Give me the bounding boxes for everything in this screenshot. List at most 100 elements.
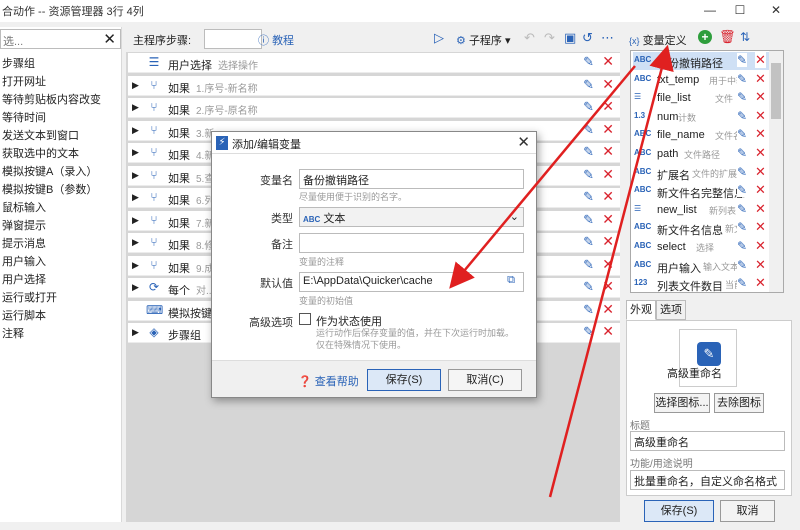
- delete-icon[interactable]: ✕: [602, 256, 614, 273]
- delete-icon[interactable]: ✕: [602, 211, 614, 228]
- library-item[interactable]: 注释: [2, 325, 24, 343]
- edit-icon[interactable]: ✎: [583, 234, 594, 250]
- subprogram-button[interactable]: ⚙ 子程序 ▾: [456, 32, 511, 48]
- library-item[interactable]: 用户选择: [2, 271, 46, 289]
- clear-search-icon[interactable]: ✕: [103, 30, 116, 48]
- more-icon[interactable]: ⋯: [601, 30, 614, 46]
- edit-icon[interactable]: ✎: [583, 324, 594, 340]
- title-input[interactable]: 高级重命名: [630, 431, 785, 451]
- run-icon[interactable]: ▷: [434, 30, 444, 46]
- variable-row[interactable]: ☰ file_list 文件 ✎ ✕: [633, 89, 769, 107]
- variable-row[interactable]: ABC txt_temp 用于中转 ✎ ✕: [633, 70, 769, 89]
- redo-icon[interactable]: ↷: [544, 30, 555, 46]
- library-item[interactable]: 用户输入: [2, 253, 46, 271]
- edit-icon[interactable]: ✎: [583, 189, 594, 205]
- library-item[interactable]: 等待时间: [2, 109, 46, 127]
- library-item[interactable]: 模拟按键A（录入）: [2, 163, 97, 181]
- edit-icon[interactable]: ✎: [737, 146, 748, 160]
- save-action-button[interactable]: 保存(S): [644, 500, 714, 522]
- edit-icon[interactable]: ✎: [583, 144, 594, 160]
- add-variable-icon[interactable]: +: [698, 30, 712, 44]
- library-item[interactable]: 运行或打开: [2, 289, 57, 307]
- edit-icon[interactable]: ✎: [583, 99, 594, 115]
- default-value-input[interactable]: E:\AppData\Quicker\cache ⧉: [299, 272, 524, 292]
- expand-arrow-icon[interactable]: ▶: [132, 170, 139, 181]
- edit-icon[interactable]: ✎: [737, 127, 748, 142]
- expand-arrow-icon[interactable]: ▶: [132, 192, 139, 203]
- history-icon[interactable]: ↺: [582, 30, 593, 46]
- delete-icon[interactable]: ✕: [755, 256, 766, 273]
- edit-icon[interactable]: ✎: [583, 167, 594, 183]
- library-item[interactable]: 获取选中的文本: [2, 145, 79, 163]
- note-input[interactable]: [299, 233, 524, 253]
- delete-icon[interactable]: ✕: [755, 275, 766, 292]
- expand-arrow-icon[interactable]: ▶: [132, 237, 139, 248]
- variable-row[interactable]: ABC 备份撤销路径 ✎ ✕: [633, 52, 769, 70]
- edit-icon[interactable]: ✎: [737, 71, 748, 86]
- delete-icon[interactable]: ✕: [602, 323, 614, 340]
- tab-options[interactable]: 选项: [656, 300, 686, 320]
- expand-arrow-icon[interactable]: ▶: [132, 125, 139, 136]
- edit-icon[interactable]: ✎: [583, 279, 594, 295]
- description-input[interactable]: 批量重命名，自定义命名格式: [630, 470, 785, 490]
- cancel-action-button[interactable]: 取消: [720, 500, 775, 522]
- state-checkbox[interactable]: [299, 313, 311, 325]
- tutorial-link[interactable]: ⓘ 教程: [258, 32, 294, 48]
- delete-icon[interactable]: ✕: [755, 89, 766, 106]
- expand-arrow-icon[interactable]: ▶: [132, 327, 139, 338]
- expand-editor-icon[interactable]: ⧉: [507, 274, 515, 287]
- library-item[interactable]: 打开网址: [2, 73, 46, 91]
- undo-icon[interactable]: ↶: [524, 30, 535, 46]
- tab-appearance[interactable]: 外观: [626, 300, 656, 320]
- variable-row[interactable]: ABC path 文件路径 ✎ ✕: [633, 145, 769, 163]
- type-select[interactable]: ABC 文本 ⌄: [299, 207, 524, 227]
- save-icon[interactable]: ▣: [564, 30, 576, 46]
- variable-row[interactable]: ABC 新文件名完整信息 ✎ ✕: [633, 182, 769, 200]
- delete-icon[interactable]: ✕: [602, 166, 614, 183]
- delete-icon[interactable]: ✕: [755, 238, 766, 254]
- variable-row[interactable]: ABC 用户输入 输入文本 ✎ ✕: [633, 256, 769, 275]
- variable-name-input[interactable]: 备份撤销路径: [299, 169, 524, 189]
- expand-arrow-icon[interactable]: ▶: [132, 147, 139, 158]
- edit-icon[interactable]: ✎: [583, 54, 594, 70]
- step-row[interactable]: ☰ 用户选择 选择操作 ✎ ✕: [128, 53, 620, 73]
- remove-icon-button[interactable]: 去除图标: [714, 393, 764, 413]
- library-item[interactable]: 等待剪贴板内容改变: [2, 91, 101, 109]
- edit-icon[interactable]: ✎: [583, 212, 594, 228]
- delete-icon[interactable]: ✕: [755, 126, 766, 143]
- delete-icon[interactable]: ✕: [755, 145, 766, 161]
- dialog-save-button[interactable]: 保存(S): [367, 369, 441, 391]
- library-item[interactable]: 提示消息: [2, 235, 46, 253]
- sort-icon[interactable]: ⇅: [740, 30, 750, 44]
- delete-icon[interactable]: ✕: [755, 219, 766, 236]
- steps-filter-input[interactable]: [204, 29, 262, 49]
- expand-arrow-icon[interactable]: ▶: [132, 215, 139, 226]
- edit-icon[interactable]: ✎: [583, 122, 594, 138]
- expand-arrow-icon[interactable]: ▶: [132, 102, 139, 113]
- delete-icon[interactable]: ✕: [755, 200, 766, 217]
- expand-arrow-icon[interactable]: ▶: [132, 80, 139, 91]
- variables-scrollbar[interactable]: [769, 51, 783, 292]
- delete-icon[interactable]: ✕: [602, 278, 614, 295]
- dialog-cancel-button[interactable]: 取消(C): [448, 369, 522, 391]
- delete-icon[interactable]: ✕: [755, 52, 766, 68]
- edit-icon[interactable]: ✎: [737, 257, 748, 272]
- delete-variable-icon[interactable]: 🗑: [719, 29, 736, 45]
- help-link[interactable]: ❓ 查看帮助: [298, 373, 359, 389]
- choose-icon-button[interactable]: 选择图标...: [654, 393, 710, 413]
- edit-icon[interactable]: ✎: [737, 220, 748, 235]
- library-item[interactable]: 运行脚本: [2, 307, 46, 325]
- library-search-input[interactable]: 选... ✕: [0, 29, 121, 49]
- delete-icon[interactable]: ✕: [602, 53, 614, 70]
- delete-icon[interactable]: ✕: [755, 70, 766, 87]
- scrollbar-thumb[interactable]: [771, 63, 781, 119]
- variable-row[interactable]: 1.3 num 计数 ✎ ✕: [633, 107, 769, 126]
- delete-icon[interactable]: ✕: [602, 301, 614, 318]
- library-item[interactable]: 模拟按键B（参数）: [2, 181, 97, 199]
- edit-icon[interactable]: ✎: [737, 108, 748, 123]
- edit-icon[interactable]: ✎: [737, 164, 748, 179]
- expand-arrow-icon[interactable]: ▶: [132, 282, 139, 293]
- library-item[interactable]: 步骤组: [2, 55, 35, 73]
- variable-row[interactable]: 123 列表文件数目 当前 ✎ ✕: [633, 275, 769, 292]
- library-item[interactable]: 弹窗提示: [2, 217, 46, 235]
